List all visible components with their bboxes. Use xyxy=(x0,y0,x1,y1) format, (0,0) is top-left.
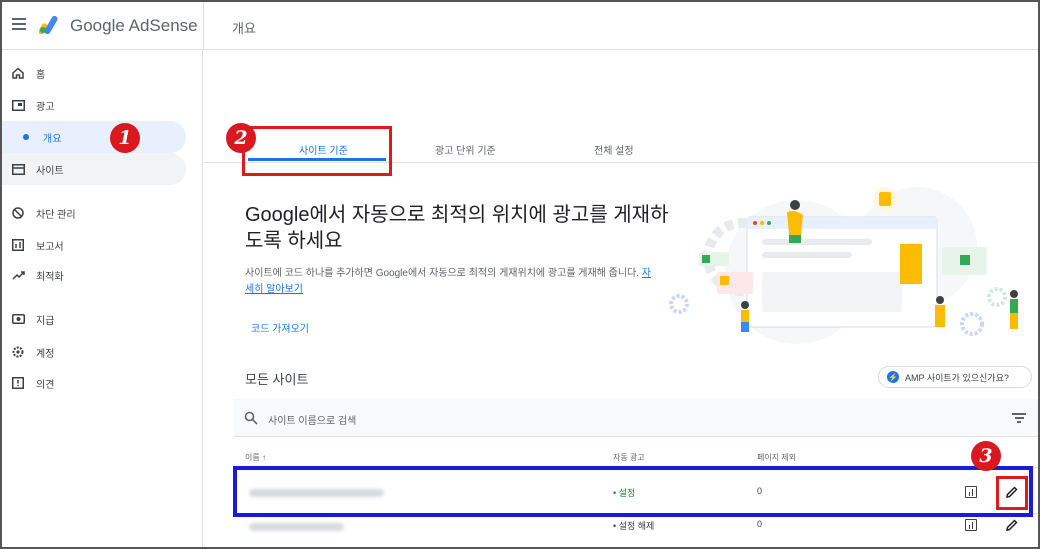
annotation-number-badge: 1 xyxy=(110,123,140,153)
amp-sites-button[interactable]: ⚡ AMP 사이트가 있으신가요? xyxy=(878,366,1032,388)
adsense-logo-icon xyxy=(39,15,58,34)
blurred-site-name[interactable] xyxy=(249,523,344,531)
sidebar-item-payments[interactable]: 지급 xyxy=(2,309,54,329)
sidebar-item-label: 최적화 xyxy=(36,271,64,283)
sidebar-item-label: 계정 xyxy=(36,348,55,360)
page-title: 개요 xyxy=(232,21,256,36)
reports-icon xyxy=(10,237,26,253)
excluded-pages-count: 0 xyxy=(757,519,763,529)
hero-description: 사이트에 코드 하나를 추가하면 Google에서 자동으로 최적의 게재위치에… xyxy=(245,266,655,298)
brand-name: Google AdSense xyxy=(70,16,198,35)
tab-by-ad-unit[interactable]: 광고 단위 기준 xyxy=(435,142,496,157)
column-header-auto-ads: 자동 광고 xyxy=(613,453,645,462)
sidebar-item-optimization[interactable]: 최적화 xyxy=(2,265,64,285)
menu-icon[interactable] xyxy=(12,18,26,30)
search-input[interactable]: 사이트 이름으로 검색 xyxy=(268,412,356,427)
annotation-number-badge: 3 xyxy=(971,441,1001,471)
hero-title: Google에서 자동으로 최적의 위치에 광고를 게재하도록 하세요 xyxy=(245,204,669,252)
sidebar-item-label: 사이트 xyxy=(36,165,64,177)
all-sites-heading: 모든 사이트 xyxy=(245,372,309,387)
annotation-highlight-row xyxy=(233,466,1033,517)
get-code-button[interactable]: 코드 가져오기 xyxy=(251,320,309,335)
sidebar: 홈 광고 개요 사이트 차단 관리 보고서 최적화 지급 계정 의견 xyxy=(2,50,203,547)
top-app-bar: Google AdSense 개요 xyxy=(2,2,1038,50)
sidebar-item-sites[interactable]: 사이트 xyxy=(2,159,64,179)
sidebar-item-label: 개요 xyxy=(43,133,62,145)
hero-description-text: 사이트에 코드 하나를 추가하면 Google에서 자동으로 최적의 게재위치에… xyxy=(245,268,640,279)
amp-button-label: AMP 사이트가 있으신가요? xyxy=(905,372,1009,383)
auto-ads-illustration xyxy=(669,187,1018,344)
sidebar-item-reports[interactable]: 보고서 xyxy=(2,235,64,255)
header-divider xyxy=(203,2,204,50)
app-frame: Google AdSense 개요 홈 광고 개요 사이트 차단 관리 보고서 … xyxy=(0,0,1040,549)
account-settings-icon xyxy=(10,344,26,360)
search-icon xyxy=(244,411,258,425)
sidebar-item-label: 광고 xyxy=(36,101,55,113)
block-icon xyxy=(10,205,26,221)
sidebar-item-block-controls[interactable]: 차단 관리 xyxy=(2,203,76,223)
sidebar-item-label: 지급 xyxy=(36,315,55,327)
report-icon[interactable] xyxy=(965,519,977,531)
selected-dot-icon xyxy=(23,134,29,140)
sidebar-item-ads[interactable]: 광고 xyxy=(2,95,54,115)
sidebar-item-label: 보고서 xyxy=(36,241,64,253)
auto-ads-status: • 설정 해제 xyxy=(613,521,655,531)
sidebar-item-label: 홈 xyxy=(36,69,46,81)
sidebar-item-label: 의견 xyxy=(36,379,55,391)
payments-icon xyxy=(10,311,26,327)
annotation-highlight-tab xyxy=(242,126,392,176)
annotation-highlight-edit xyxy=(996,476,1028,510)
filter-icon[interactable] xyxy=(1012,413,1026,423)
tab-global-settings[interactable]: 전체 설정 xyxy=(594,142,634,157)
optimize-icon xyxy=(10,267,26,283)
sidebar-item-account[interactable]: 계정 xyxy=(2,342,54,362)
feedback-icon xyxy=(10,375,26,391)
sidebar-item-feedback[interactable]: 의견 xyxy=(2,373,54,393)
sites-icon xyxy=(10,161,26,177)
site-search-bar[interactable]: 사이트 이름으로 검색 xyxy=(234,399,1038,437)
column-header-name[interactable]: 이름 ↑ xyxy=(245,452,266,463)
sidebar-item-label: 차단 관리 xyxy=(36,209,76,221)
annotation-number-badge: 2 xyxy=(226,123,256,153)
edit-icon[interactable] xyxy=(1005,518,1019,532)
sidebar-item-home[interactable]: 홈 xyxy=(2,63,45,83)
ads-icon xyxy=(10,97,26,113)
bolt-icon: ⚡ xyxy=(887,371,899,383)
column-header-excluded-pages: 페이지 제외 xyxy=(757,453,797,462)
sidebar-item-overview[interactable]: 개요 xyxy=(2,127,61,147)
home-icon xyxy=(10,65,26,81)
